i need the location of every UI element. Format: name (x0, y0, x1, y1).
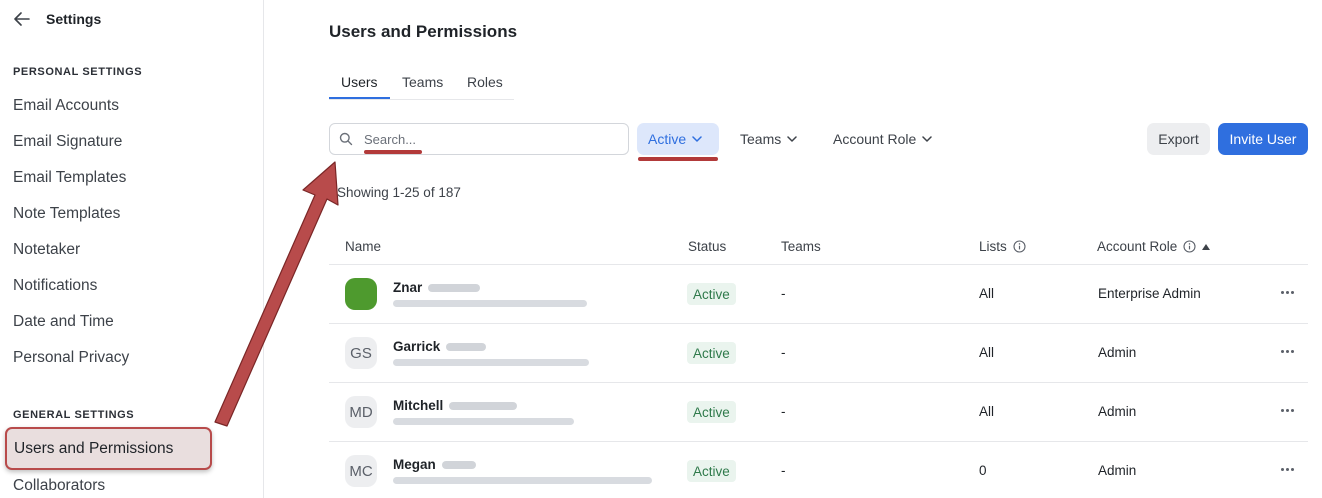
annotation-underline-active (638, 157, 718, 161)
user-first-name: Znar (393, 280, 423, 295)
lists-cell: 0 (979, 463, 987, 478)
sidebar-item-date-and-time[interactable]: Date and Time (13, 313, 114, 331)
teams-cell: - (781, 463, 786, 478)
info-icon[interactable] (1183, 240, 1196, 253)
more-options-icon[interactable] (1281, 291, 1294, 294)
settings-sidebar: Settings PERSONAL SETTINGS Email Account… (0, 0, 264, 498)
arrow-left-icon[interactable] (12, 9, 32, 29)
redacted-email (393, 359, 589, 366)
lists-cell: All (979, 286, 995, 301)
general-settings-label: GENERAL SETTINGS (13, 409, 135, 421)
status-filter-label: Active (648, 131, 687, 147)
personal-settings-label: PERSONAL SETTINGS (13, 66, 143, 78)
user-name: Znar (393, 280, 481, 295)
info-icon[interactable] (1013, 240, 1026, 253)
tab-teams[interactable]: Teams (402, 74, 443, 90)
back-to-settings[interactable]: Settings (12, 9, 101, 29)
sort-ascending-icon[interactable] (1202, 243, 1211, 250)
teams-cell: - (781, 286, 786, 301)
annotation-underline-search (364, 150, 422, 154)
teams-filter-dropdown[interactable]: Teams (740, 131, 797, 147)
teams-cell: - (781, 345, 786, 360)
column-header-account-role[interactable]: Account Role (1097, 239, 1211, 254)
sidebar-item-email-accounts[interactable]: Email Accounts (13, 97, 119, 115)
chevron-down-icon (692, 136, 702, 142)
table-header: Name Status Teams Lists Account Role (329, 230, 1308, 265)
column-header-label: Status (688, 239, 727, 254)
avatar (345, 278, 377, 310)
teams-filter-label: Teams (740, 131, 782, 147)
search-icon (339, 132, 353, 151)
account-role-filter-label: Account Role (833, 131, 917, 147)
column-header-status[interactable]: Status (688, 239, 726, 254)
sidebar-item-collaborators[interactable]: Collaborators (13, 477, 105, 495)
more-options-icon[interactable] (1281, 350, 1294, 353)
sidebar-item-personal-privacy[interactable]: Personal Privacy (13, 349, 129, 367)
redacted-email (393, 477, 652, 484)
tab-bar: Users Teams Roles (329, 66, 514, 100)
column-header-label: Account Role (1097, 239, 1178, 254)
avatar: MC (345, 455, 377, 487)
redacted-last-name (446, 342, 487, 351)
redacted-last-name (441, 460, 476, 469)
sidebar-title: Settings (46, 11, 102, 27)
role-cell: Enterprise Admin (1098, 286, 1201, 301)
status-badge: Active (687, 401, 736, 423)
sidebar-item-notetaker[interactable]: Notetaker (13, 241, 80, 259)
chevron-down-icon (787, 136, 797, 142)
chevron-down-icon (922, 136, 933, 142)
avatar: GS (345, 337, 377, 369)
status-badge: Active (687, 460, 736, 482)
page-title: Users and Permissions (329, 22, 518, 41)
role-cell: Admin (1098, 404, 1137, 419)
active-tab-indicator (329, 97, 390, 99)
sidebar-item-email-signature[interactable]: Email Signature (13, 133, 122, 151)
column-header-lists[interactable]: Lists (979, 239, 1026, 254)
more-options-icon[interactable] (1281, 409, 1294, 412)
column-header-name[interactable]: Name (345, 239, 381, 254)
teams-cell: - (781, 404, 786, 419)
user-name: Garrick (393, 339, 487, 354)
export-button[interactable]: Export (1147, 123, 1210, 155)
table-row[interactable]: MC Megan Active - 0 Admin (329, 442, 1308, 498)
search-input[interactable] (364, 129, 614, 149)
lists-cell: All (979, 404, 995, 419)
user-first-name: Garrick (393, 339, 441, 354)
avatar: MD (345, 396, 377, 428)
results-count: Showing 1-25 of 187 (337, 185, 461, 200)
user-first-name: Mitchell (393, 398, 444, 413)
sidebar-item-label: Users and Permissions (14, 440, 174, 457)
tab-roles[interactable]: Roles (467, 74, 503, 90)
redacted-email (393, 418, 574, 425)
redacted-last-name (428, 283, 481, 292)
status-filter-dropdown[interactable]: Active (637, 123, 719, 155)
column-header-label: Teams (781, 239, 821, 254)
table-row[interactable]: Znar Active - All Enterprise Admin (329, 265, 1308, 324)
status-badge: Active (687, 342, 736, 364)
status-badge: Active (687, 283, 736, 305)
sidebar-item-users-and-permissions[interactable]: Users and Permissions (5, 427, 212, 470)
sidebar-item-note-templates[interactable]: Note Templates (13, 205, 120, 223)
lists-cell: All (979, 345, 995, 360)
sidebar-item-notifications[interactable]: Notifications (13, 277, 97, 295)
column-header-label: Lists (979, 239, 1007, 254)
more-options-icon[interactable] (1281, 468, 1294, 471)
role-cell: Admin (1098, 345, 1137, 360)
user-name: Megan (393, 457, 476, 472)
user-first-name: Megan (393, 457, 436, 472)
invite-user-button[interactable]: Invite User (1218, 123, 1308, 155)
column-header-label: Name (345, 239, 382, 254)
table-row[interactable]: MD Mitchell Active - All Admin (329, 383, 1308, 442)
redacted-email (393, 300, 587, 307)
tab-users[interactable]: Users (341, 74, 378, 90)
redacted-last-name (449, 401, 518, 410)
account-role-filter-dropdown[interactable]: Account Role (833, 131, 933, 147)
column-header-teams[interactable]: Teams (781, 239, 821, 254)
role-cell: Admin (1098, 463, 1137, 478)
table-row[interactable]: GS Garrick Active - All Admin (329, 324, 1308, 383)
user-name: Mitchell (393, 398, 518, 413)
sidebar-item-email-templates[interactable]: Email Templates (13, 169, 126, 187)
